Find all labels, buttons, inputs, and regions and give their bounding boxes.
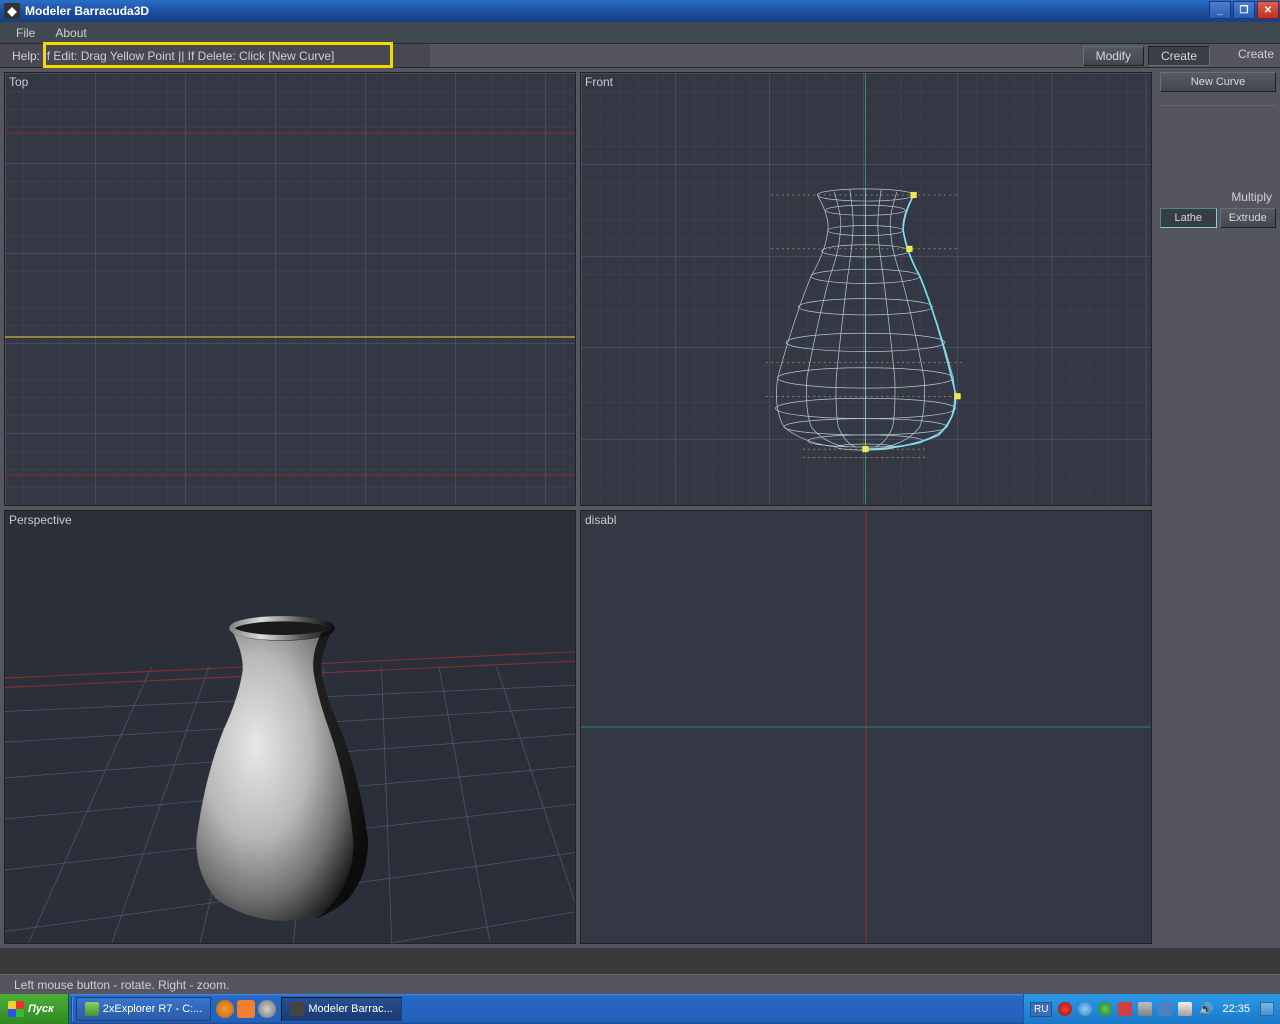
windows-flag-icon (8, 1001, 24, 1017)
viewport-front-label: Front (585, 75, 613, 89)
help-label: Help: (12, 49, 40, 63)
viewports: Top Front (0, 68, 1156, 948)
top-grid (5, 73, 575, 505)
lathe-button[interactable]: Lathe (1160, 208, 1217, 228)
front-grid (581, 73, 1151, 505)
multiply-label: Multiply (1160, 190, 1276, 204)
start-label: Пуск (28, 1003, 54, 1015)
tray-icon-6[interactable] (1178, 1002, 1192, 1016)
quicklaunch-icon-0[interactable] (216, 1000, 234, 1018)
viewport-perspective-label: Perspective (9, 513, 72, 527)
tray-icon-5[interactable] (1158, 1002, 1172, 1016)
menu-file[interactable]: File (6, 22, 45, 43)
tray-icon-0[interactable] (1058, 1002, 1072, 1016)
tray-icon-4[interactable] (1138, 1002, 1152, 1016)
viewport-disabled-label: disabl (585, 513, 616, 527)
viewport-disabled[interactable]: disabl (580, 510, 1152, 944)
viewport-top[interactable]: Top (4, 72, 576, 506)
main-area: Top Front (0, 68, 1280, 948)
tray-icon-1[interactable] (1078, 1002, 1092, 1016)
volume-icon[interactable]: 🔊 (1198, 1002, 1212, 1016)
task-1-label: Modeler Barrac... (308, 1003, 392, 1015)
task-0-label: 2xExplorer R7 - C:... (103, 1003, 203, 1015)
disabled-grid (581, 511, 1151, 943)
taskbar-task-1[interactable]: Modeler Barrac... (281, 997, 401, 1021)
perspective-scene (5, 511, 575, 943)
menubar: File About (0, 22, 1280, 44)
explorer-icon (85, 1002, 99, 1016)
maximize-button[interactable]: ❐ (1233, 1, 1255, 19)
system-tray: RU 🔊 22:35 (1023, 994, 1280, 1024)
clock[interactable]: 22:35 (1222, 1003, 1250, 1015)
tray-icon-2[interactable] (1098, 1002, 1112, 1016)
show-desktop-button[interactable] (1260, 1002, 1274, 1016)
taskbar: Пуск 2xExplorer R7 - C:... Modeler Barra… (0, 994, 1280, 1024)
mode-label: Create (1238, 47, 1274, 61)
modify-button[interactable]: Modify (1083, 46, 1144, 66)
help-text: If Edit: Drag Yellow Point || If Delete:… (43, 49, 334, 63)
menu-about[interactable]: About (45, 22, 96, 43)
language-indicator[interactable]: RU (1030, 1002, 1052, 1017)
create-button[interactable]: Create (1148, 46, 1210, 66)
quicklaunch-icon-2[interactable] (258, 1000, 276, 1018)
app-icon: ◆ (4, 3, 20, 19)
taskbar-task-0[interactable]: 2xExplorer R7 - C:... (76, 997, 212, 1021)
close-button[interactable]: ✕ (1257, 1, 1279, 19)
status-bar: Left mouse button - rotate. Right - zoom… (0, 974, 1280, 994)
quicklaunch-icon-1[interactable] (237, 1000, 255, 1018)
right-panel: New Curve Multiply Lathe Extrude (1156, 68, 1280, 948)
minimize-button[interactable]: _ (1209, 1, 1231, 19)
start-button[interactable]: Пуск (0, 994, 69, 1024)
helpbar: Help: If Edit: Drag Yellow Point || If D… (0, 44, 1280, 68)
extrude-button[interactable]: Extrude (1220, 208, 1277, 228)
new-curve-button[interactable]: New Curve (1160, 72, 1276, 92)
viewport-front[interactable]: Front (580, 72, 1152, 506)
viewport-perspective[interactable]: Perspective (4, 510, 576, 944)
window-title: Modeler Barracuda3D (25, 4, 1208, 18)
modeler-icon (290, 1002, 304, 1016)
status-text: Left mouse button - rotate. Right - zoom… (14, 978, 229, 992)
viewport-top-label: Top (9, 75, 28, 89)
tray-icon-3[interactable] (1118, 1002, 1132, 1016)
titlebar: ◆ Modeler Barracuda3D _ ❐ ✕ (0, 0, 1280, 22)
